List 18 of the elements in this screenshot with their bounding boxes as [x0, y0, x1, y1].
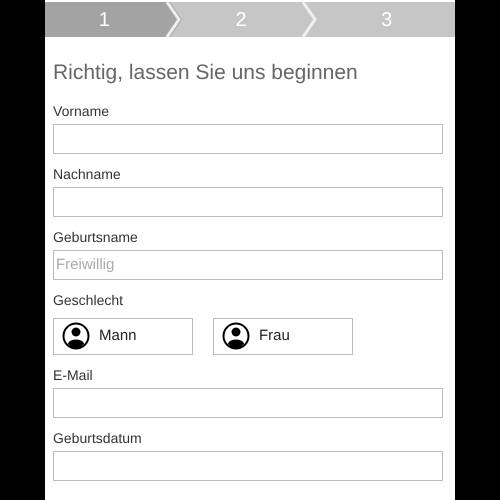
field-label: Vorname	[53, 102, 110, 120]
field-label: Nachname	[53, 164, 122, 184]
gender-option[interactable]: Frau	[213, 318, 353, 354]
gender-option[interactable]: Mann	[53, 318, 193, 354]
input-field[interactable]	[53, 450, 443, 480]
input-field[interactable]: Freiwillig	[53, 250, 443, 280]
person-icon	[62, 322, 90, 350]
input-field[interactable]	[53, 124, 443, 154]
input-field[interactable]	[53, 186, 443, 216]
page-title: Richtig, lassen Sie uns beginnen	[53, 60, 359, 86]
step-tab[interactable]: 2	[182, 2, 300, 37]
input-field[interactable]	[53, 388, 443, 418]
field-label: E-Mail	[53, 366, 94, 384]
field-label: Geburtsname	[53, 228, 139, 246]
field-label: Geschlecht	[53, 290, 124, 310]
person-icon	[222, 322, 250, 350]
field-label: Geburtsdatum	[53, 428, 143, 448]
step-tab[interactable]: 3	[318, 2, 456, 37]
